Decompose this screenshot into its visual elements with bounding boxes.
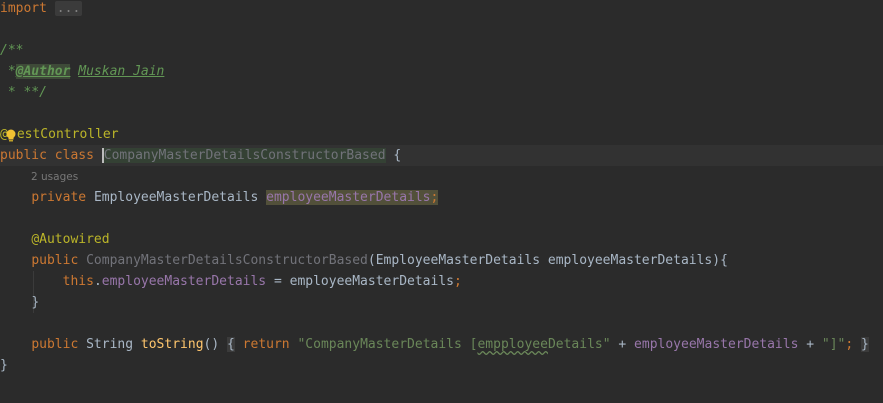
- folded-body-open[interactable]: {: [227, 337, 235, 352]
- code-line-annotation[interactable]: @ estController: [0, 124, 119, 145]
- doc-author-tag: @Author: [15, 64, 71, 79]
- field-name[interactable]: employeeMasterDetails: [266, 190, 431, 205]
- code-editor[interactable]: import ... /** *@Author Muskan Jain * **…: [0, 0, 883, 403]
- class-open-brace: {: [393, 148, 402, 163]
- folded-body-close[interactable]: }: [861, 337, 869, 352]
- doc-author-name: Muskan Jain: [78, 64, 165, 79]
- code-line-autowired[interactable]: @Autowired: [0, 229, 110, 250]
- doc-comment-star: *: [0, 64, 16, 79]
- autowired-annotation: @Autowired: [31, 232, 110, 247]
- usages-hint[interactable]: 2 usages: [31, 166, 78, 187]
- doc-comment-close: * **/: [0, 85, 47, 100]
- code-line-class-declaration[interactable]: public class CompanyMasterDetailsConstru…: [0, 145, 401, 166]
- code-line-field[interactable]: private EmployeeMasterDetails employeeMa…: [0, 187, 439, 208]
- constructor-name[interactable]: CompanyMasterDetailsConstructorBased: [86, 253, 368, 268]
- code-line-doc-author[interactable]: *@Author Muskan Jain: [0, 61, 164, 82]
- code-line-doc-close[interactable]: * **/: [0, 82, 47, 103]
- import-fold-placeholder[interactable]: ...: [54, 1, 83, 16]
- import-keyword: import: [0, 1, 47, 16]
- class-name[interactable]: CompanyMasterDetailsConstructorBased: [103, 148, 386, 163]
- code-line-ctor-close[interactable]: }: [0, 292, 39, 313]
- annotation-name: estController: [16, 127, 119, 142]
- field-reference: employeeMasterDetails: [634, 337, 799, 352]
- assigned-field: employeeMasterDetails: [101, 274, 267, 289]
- doc-comment-open: /**: [0, 43, 24, 58]
- constructor-params: (EmployeeMasterDetails employeeMasterDet…: [367, 253, 728, 268]
- method-name[interactable]: toString: [141, 337, 204, 352]
- code-line-constructor[interactable]: public CompanyMasterDetailsConstructorBa…: [0, 250, 728, 271]
- string-literal-close: "]": [821, 337, 846, 352]
- code-line-class-close[interactable]: }: [0, 355, 8, 376]
- string-literal: "CompanyMasterDetails [: [297, 337, 478, 352]
- field-type: EmployeeMasterDetails: [93, 190, 259, 205]
- code-line-doc-open[interactable]: /**: [0, 40, 23, 61]
- return-type: String: [86, 337, 134, 352]
- code-line-tostring[interactable]: public String toString() { return "Compa…: [0, 334, 869, 355]
- typo-word[interactable]: empployee: [477, 337, 547, 352]
- usages-hint-text[interactable]: 2 usages: [31, 171, 78, 183]
- lightbulb-icon[interactable]: [5, 129, 17, 143]
- code-line-import[interactable]: import ...: [0, 0, 83, 19]
- code-line-assignment[interactable]: this.employeeMasterDetails = employeeMas…: [0, 271, 462, 292]
